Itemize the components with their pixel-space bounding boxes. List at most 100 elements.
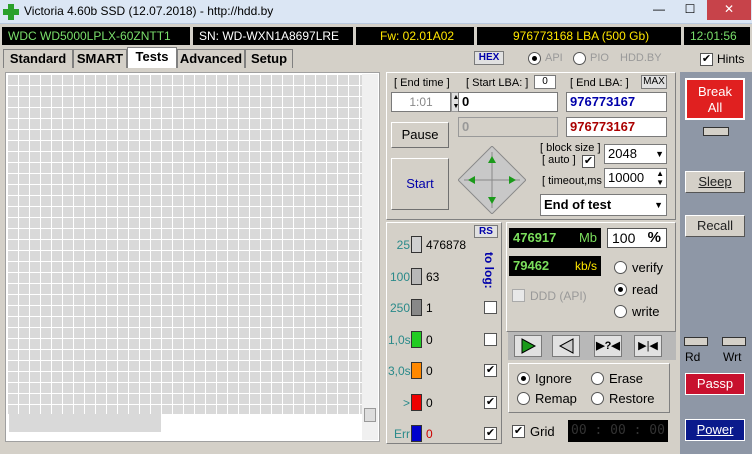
write-indicator — [722, 337, 746, 346]
tab-setup[interactable]: Setup — [245, 49, 293, 68]
play-forward-button[interactable] — [514, 335, 542, 357]
grid-label: Grid — [530, 424, 555, 439]
surface-map-bottom — [7, 414, 362, 434]
sleep-button[interactable]: Sleep — [685, 171, 745, 193]
log-checkbox[interactable]: ✔ — [484, 396, 497, 409]
end-action-select[interactable]: End of test ▼ — [540, 194, 667, 216]
hex-button[interactable]: HEX — [474, 51, 504, 65]
write-radio[interactable] — [614, 305, 627, 318]
tab-advanced[interactable]: Advanced — [177, 49, 245, 68]
stat-color-swatch — [411, 299, 422, 316]
surface-scrollbar[interactable] — [362, 74, 378, 440]
end-action-value: End of test — [544, 197, 612, 212]
spinner-icon: ▲ ▼ — [656, 169, 664, 187]
write-label: write — [632, 304, 660, 319]
erase-radio[interactable] — [591, 372, 604, 385]
grid-checkbox[interactable]: ✔ — [512, 425, 525, 438]
erase-label: Erase — [609, 371, 643, 386]
elapsed-timer: 00 : 00 : 00 — [568, 420, 668, 442]
stat-label: 25 — [396, 238, 410, 252]
api-radio[interactable] — [528, 52, 541, 65]
auto-label: [ auto ] — [542, 154, 576, 166]
tab-tests[interactable]: Tests — [127, 47, 177, 68]
speed-display: 79462 kb/s — [509, 256, 601, 276]
pause-button[interactable]: Pause — [391, 122, 449, 148]
timeout-value: 10000 — [608, 170, 645, 185]
end-lba-input[interactable]: 976773167 — [566, 92, 667, 112]
start-button[interactable]: Start — [391, 158, 449, 210]
auto-block-checkbox[interactable]: ✔ — [582, 155, 595, 168]
drive-info-bar: WDC WD5000LPLX-60ZNTT1 SN: WD-WXN1A8697L… — [0, 27, 752, 45]
remap-radio[interactable] — [517, 392, 530, 405]
stat-count: 0 — [426, 333, 433, 347]
pio-radio[interactable] — [573, 52, 586, 65]
block-size-label: [ block size ] — [540, 142, 601, 154]
stat-count: 0 — [426, 364, 433, 378]
stat-label: 100 — [389, 270, 410, 284]
stat-count: 476878 — [426, 238, 467, 252]
ignore-radio[interactable] — [517, 372, 530, 385]
random-seek-icon: ▶?◀ — [596, 340, 620, 352]
scroll-thumb[interactable] — [364, 408, 376, 422]
verify-radio[interactable] — [614, 261, 627, 274]
stat-color-swatch — [411, 362, 422, 379]
stat-count: 0 — [426, 396, 433, 410]
ignore-label: Ignore — [535, 371, 572, 386]
speed-unit: kb/s — [574, 259, 597, 273]
stat-label: Err — [394, 427, 410, 441]
timeout-label: [ timeout,ms ] — [542, 175, 609, 187]
passp-button[interactable]: Passp — [685, 373, 745, 395]
end-lba-label: [ End LBA: ] — [570, 77, 629, 89]
app-cross-icon — [3, 4, 19, 20]
log-checkbox[interactable] — [484, 301, 497, 314]
butterfly-button[interactable]: ▶|◀ — [634, 335, 662, 357]
tab-smart[interactable]: SMART — [73, 49, 127, 68]
mb-value: 476917 — [513, 230, 557, 245]
hints-checkbox[interactable]: ✔ — [700, 53, 713, 66]
start-lba-label: [ Start LBA: ] — [466, 77, 529, 89]
stat-count: 1 — [426, 301, 433, 315]
direction-pad-icon[interactable] — [458, 146, 526, 214]
log-checkbox[interactable]: ✔ — [484, 364, 497, 377]
mb-unit: Mb — [578, 230, 597, 245]
minimize-button[interactable]: — — [645, 0, 673, 20]
stat-label: 3,0s — [388, 364, 411, 378]
start-lba-input[interactable]: 0 — [458, 92, 558, 112]
clock: 12:01:56 — [684, 27, 750, 45]
current-end-lba-display: 976773167 — [566, 117, 667, 137]
drive-model: WDC WD5000LPLX-60ZNTT1 — [2, 27, 190, 45]
block-size-select[interactable]: 2048 ▼ — [604, 144, 667, 164]
read-radio[interactable] — [614, 283, 627, 296]
max-lba-button[interactable]: MAX — [641, 75, 667, 89]
percent-value: 100 — [612, 230, 636, 246]
stat-color-swatch — [411, 394, 422, 411]
main-tabs: Standard SMART Tests Advanced Setup — [0, 47, 380, 69]
random-seek-button[interactable]: ▶?◀ — [594, 335, 622, 357]
surface-blocks — [7, 74, 362, 414]
maximize-button[interactable]: ☐ — [676, 0, 704, 20]
drive-serial: SN: WD-WXN1A8697LRE — [193, 27, 353, 45]
stat-color-swatch — [411, 268, 422, 285]
restore-radio[interactable] — [591, 392, 604, 405]
close-button[interactable]: ✕ — [707, 0, 751, 20]
tab-standard[interactable]: Standard — [3, 49, 73, 68]
read-label: read — [632, 282, 659, 297]
log-checkbox[interactable] — [484, 333, 497, 346]
start-lba-offset[interactable]: 0 — [534, 75, 556, 89]
play-backward-button[interactable] — [552, 335, 580, 357]
break-all-button[interactable]: Break All — [685, 78, 745, 120]
power-button[interactable]: Power — [685, 419, 745, 441]
restore-label: Restore — [609, 391, 655, 406]
timeout-input[interactable]: 10000 ▲ ▼ — [604, 168, 667, 188]
end-time-input[interactable]: 1:01 — [391, 92, 451, 112]
recall-button[interactable]: Recall — [685, 215, 745, 237]
ddd-label: DDD (API) — [530, 289, 587, 303]
rd-label: Rd — [685, 350, 701, 364]
log-checkbox[interactable]: ✔ — [484, 427, 497, 440]
reset-stats-button[interactable]: RS — [474, 225, 498, 238]
drive-firmware: Fw: 02.01A02 — [356, 27, 474, 45]
read-indicator — [684, 337, 708, 346]
ddd-checkbox[interactable] — [512, 289, 525, 302]
mb-display: 476917 Mb — [509, 228, 601, 248]
drive-lba: 976773168 LBA (500 Gb) — [477, 27, 681, 45]
